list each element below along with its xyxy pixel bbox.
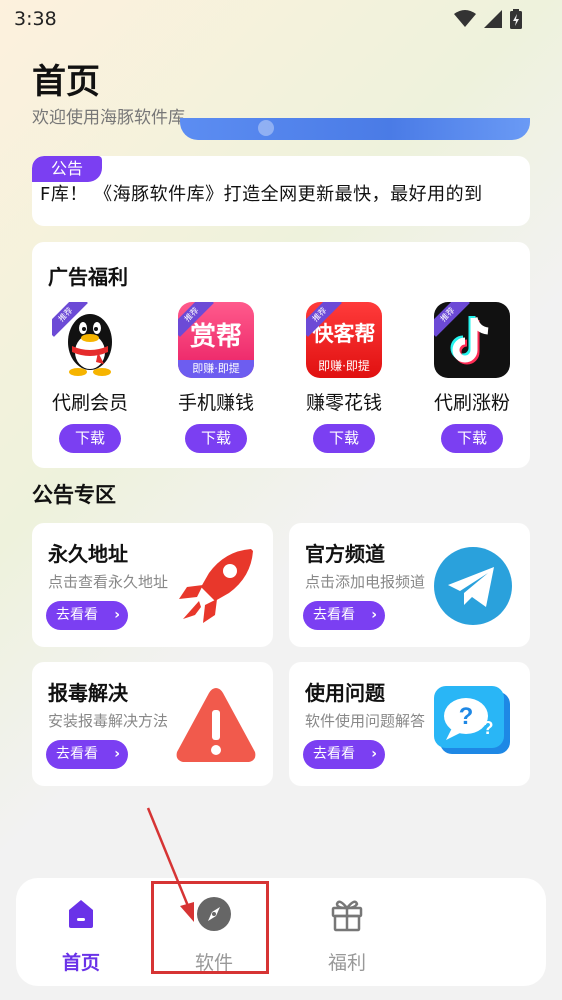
go-see-button[interactable]: 去看看 › [303,601,385,630]
status-bar: 3:38 [0,0,562,38]
nav-welfare[interactable]: 福利 [282,878,412,986]
app-art-subtext: 即赚·即提 [178,360,254,378]
ad-label: 赚零花钱 [305,392,382,414]
bottom-nav: 首页 软件 福利 [16,878,546,986]
chevron-right-icon: › [371,746,377,762]
chevron-right-icon: › [114,607,120,623]
ad-item-pocket-money[interactable]: 快客帮 即赚·即提 推荐 赚零花钱 下载 [288,300,400,460]
qq-penguin-icon: 推荐 [52,302,128,378]
announcement-section-title: 公告专区 [32,483,116,507]
signal-icon [484,10,502,28]
gift-icon [331,900,363,932]
ad-item-vip[interactable]: 推荐 代刷会员 下载 [34,300,146,460]
download-button[interactable]: 下载 [59,424,121,453]
go-see-button[interactable]: 去看看 › [303,740,385,769]
tile-permanent-address[interactable]: 永久地址 点击查看永久地址 去看看 › [32,523,273,647]
home-icon [69,900,93,928]
go-see-label: 去看看 [56,607,98,623]
app-art-subtext: 即赚·即提 [318,359,370,373]
question-chat-icon: ? ? [434,686,510,754]
notice-tag: 公告 [32,156,102,182]
tile-title: 官方频道 [305,542,385,566]
tile-usage-questions[interactable]: 使用问题 软件使用问题解答 去看看 › ? ? [289,662,530,786]
tile-desc: 安装报毒解决方法 [48,712,168,730]
wifi-icon [454,10,476,27]
ads-section: 广告福利 推荐 代刷会员 下载 赏帮 即赚·即提 推荐 手机赚钱 下载 快客帮 … [32,242,530,468]
page-title: 首页 [32,62,100,102]
tile-official-channel[interactable]: 官方频道 点击添加电报频道 去看看 › [289,523,530,647]
notice-marquee-text: F库！ 《海豚软件库》打造全网更新最快，最好用的到 [40,184,483,205]
chevron-right-icon: › [371,607,377,623]
download-button[interactable]: 下载 [185,424,247,453]
status-icons [454,9,522,29]
notice-card[interactable]: 公告 F库！ 《海豚软件库》打造全网更新最快，最好用的到 [32,156,530,226]
battery-icon [510,9,522,29]
tiktok-icon: 推荐 [434,302,510,378]
ad-item-followers[interactable]: 推荐 代刷涨粉 下载 [416,300,528,460]
tile-desc: 软件使用问题解答 [305,712,425,730]
ad-label: 代刷会员 [51,392,128,414]
tile-desc: 点击查看永久地址 [48,573,168,591]
ads-section-title: 广告福利 [48,265,128,289]
highlight-box [151,881,269,974]
go-see-button[interactable]: 去看看 › [46,601,128,630]
tile-title: 永久地址 [48,542,128,566]
ad-label: 代刷涨粉 [433,392,510,414]
kuaikebang-app-icon: 快客帮 即赚·即提 推荐 [306,302,382,378]
download-button[interactable]: 下载 [441,424,503,453]
money-app-icon: 赏帮 即赚·即提 推荐 [178,302,254,378]
rocket-icon [179,549,253,623]
nav-home-label: 首页 [61,952,100,974]
status-time: 3:38 [14,8,57,30]
banner-carousel[interactable] [180,118,530,140]
ad-item-earn[interactable]: 赏帮 即赚·即提 推荐 手机赚钱 下载 [160,300,272,460]
download-button[interactable]: 下载 [313,424,375,453]
telegram-icon [434,547,512,625]
go-see-button[interactable]: 去看看 › [46,740,128,769]
chevron-right-icon: › [114,746,120,762]
svg-text:?: ? [459,703,474,730]
warning-icon [176,688,256,762]
ad-label: 手机赚钱 [177,392,254,414]
tile-title: 报毒解决 [48,681,128,705]
page-subtitle: 欢迎使用海豚软件库 [32,108,185,128]
go-see-label: 去看看 [313,607,355,623]
tile-title: 使用问题 [305,681,385,705]
svg-text:?: ? [483,718,494,738]
go-see-label: 去看看 [56,746,98,762]
go-see-label: 去看看 [313,746,355,762]
nav-welfare-label: 福利 [327,952,366,974]
tile-virus-warning[interactable]: 报毒解决 安装报毒解决方法 去看看 › [32,662,273,786]
nav-home[interactable]: 首页 [16,878,146,986]
tile-desc: 点击添加电报频道 [305,573,425,591]
